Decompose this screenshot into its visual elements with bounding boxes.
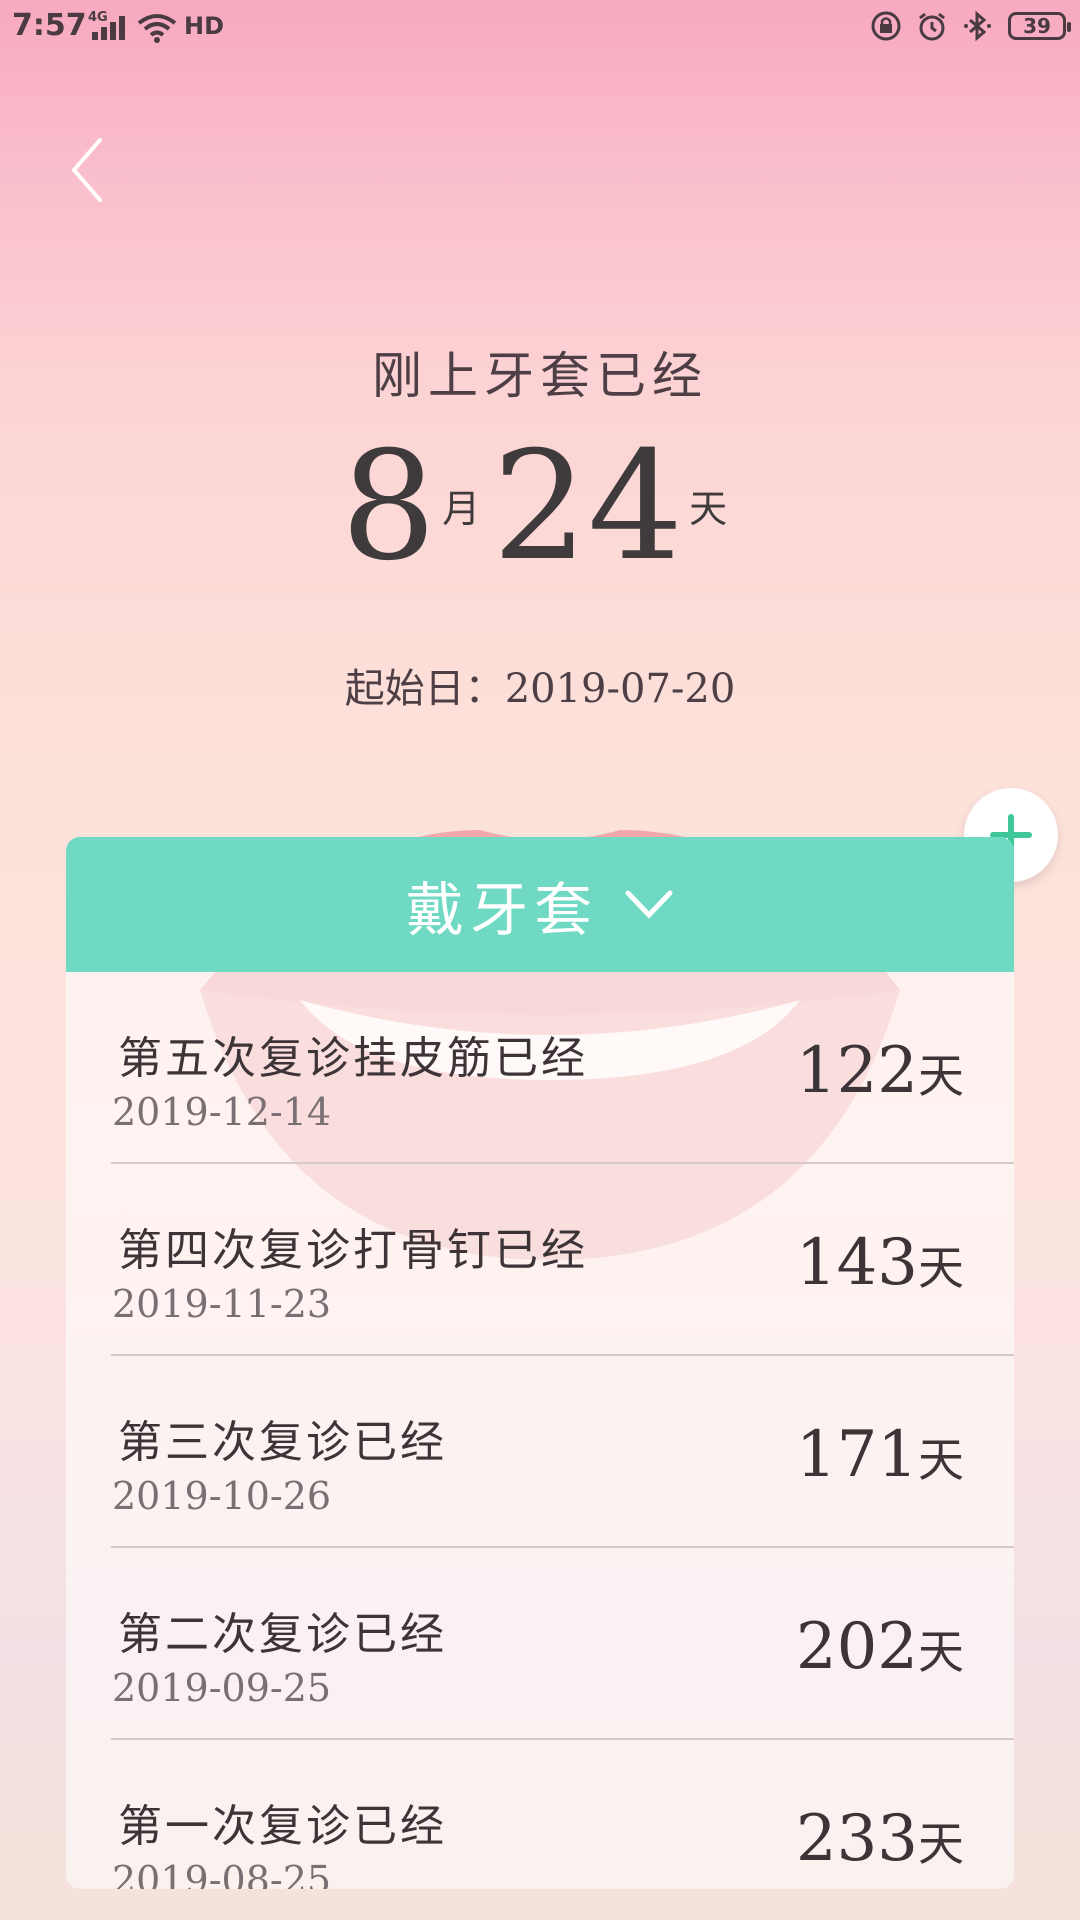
alarm-icon: [916, 10, 948, 42]
hd-icon: HD: [184, 12, 225, 40]
milestone-days-value: 122: [795, 1034, 918, 1108]
chevron-left-icon: [71, 138, 102, 202]
milestone-days-unit: 天: [918, 1433, 964, 1487]
wifi-icon: [137, 14, 177, 43]
milestone-days: 233天: [796, 1802, 964, 1876]
milestone-list: 第五次复诊挂皮筋已经 2019-12-14 122天 第四次复诊打骨钉已经 2019-1…: [66, 972, 1014, 1889]
milestone-days: 143天: [796, 1226, 964, 1300]
status-time: 7:57: [12, 8, 87, 43]
milestone-days-value: 143: [795, 1226, 918, 1300]
milestone-name: 第四次复诊打骨钉已经: [118, 1225, 588, 1276]
status-bar: 7:57 4G HD 39: [0, 0, 1080, 56]
list-item[interactable]: 第五次复诊挂皮筋已经 2019-12-14 122天: [66, 972, 1014, 1164]
milestone-days-value: 202: [795, 1610, 918, 1684]
battery-icon: 39: [1008, 12, 1071, 40]
milestone-days: 202天: [796, 1610, 964, 1684]
days-value: 24: [492, 420, 684, 594]
milestone-date: 2019-10-26: [112, 1474, 332, 1518]
signal-icon: [92, 16, 126, 40]
start-date-label: 起始日：: [344, 666, 505, 712]
lock-rotation-icon: [870, 10, 902, 42]
milestone-name: 第五次复诊挂皮筋已经: [118, 1033, 588, 1084]
milestone-days-unit: 天: [918, 1049, 964, 1103]
days-unit: 天: [689, 487, 728, 531]
milestone-name: 第三次复诊已经: [118, 1417, 447, 1468]
milestone-days: 122天: [796, 1034, 964, 1108]
milestone-name: 第二次复诊已经: [118, 1609, 447, 1660]
milestone-date: 2019-08-25: [112, 1858, 332, 1889]
chevron-down-icon: [625, 890, 673, 919]
milestone-days-unit: 天: [918, 1817, 964, 1871]
milestone-date: 2019-09-25: [112, 1666, 332, 1710]
start-date-value: 2019-07-20: [504, 666, 736, 712]
category-dropdown-label: 戴牙套: [405, 875, 598, 944]
milestone-date: 2019-12-14: [112, 1090, 332, 1134]
start-date: 起始日：2019-07-20: [0, 656, 1080, 714]
milestone-date: 2019-11-23: [112, 1282, 332, 1326]
milestone-name: 第一次复诊已经: [118, 1801, 447, 1852]
battery-level: 39: [1023, 14, 1051, 38]
milestone-days-value: 233: [795, 1802, 918, 1876]
milestone-days-value: 171: [795, 1418, 918, 1492]
bluetooth-icon: [962, 10, 994, 42]
milestone-days-unit: 天: [918, 1625, 964, 1679]
milestone-days: 171天: [796, 1418, 964, 1492]
list-item[interactable]: 第一次复诊已经 2019-08-25 233天: [66, 1740, 1014, 1889]
milestone-card: 戴牙套 第五次复诊挂皮筋已经 2019-12-14 122天 第四次复诊打骨钉已经 20…: [66, 837, 1014, 1889]
months-value: 8: [340, 420, 437, 594]
elapsed-counter: 8 月24 天: [0, 420, 1080, 594]
list-item[interactable]: 第三次复诊已经 2019-10-26 171天: [66, 1356, 1014, 1548]
back-button[interactable]: [64, 132, 124, 212]
months-unit: 月: [442, 487, 481, 531]
milestone-days-unit: 天: [918, 1241, 964, 1295]
list-item[interactable]: 第二次复诊已经 2019-09-25 202天: [66, 1548, 1014, 1740]
category-dropdown[interactable]: 戴牙套: [66, 837, 1014, 972]
page-title: 刚上牙套已经: [372, 347, 708, 405]
list-item[interactable]: 第四次复诊打骨钉已经 2019-11-23 143天: [66, 1164, 1014, 1356]
